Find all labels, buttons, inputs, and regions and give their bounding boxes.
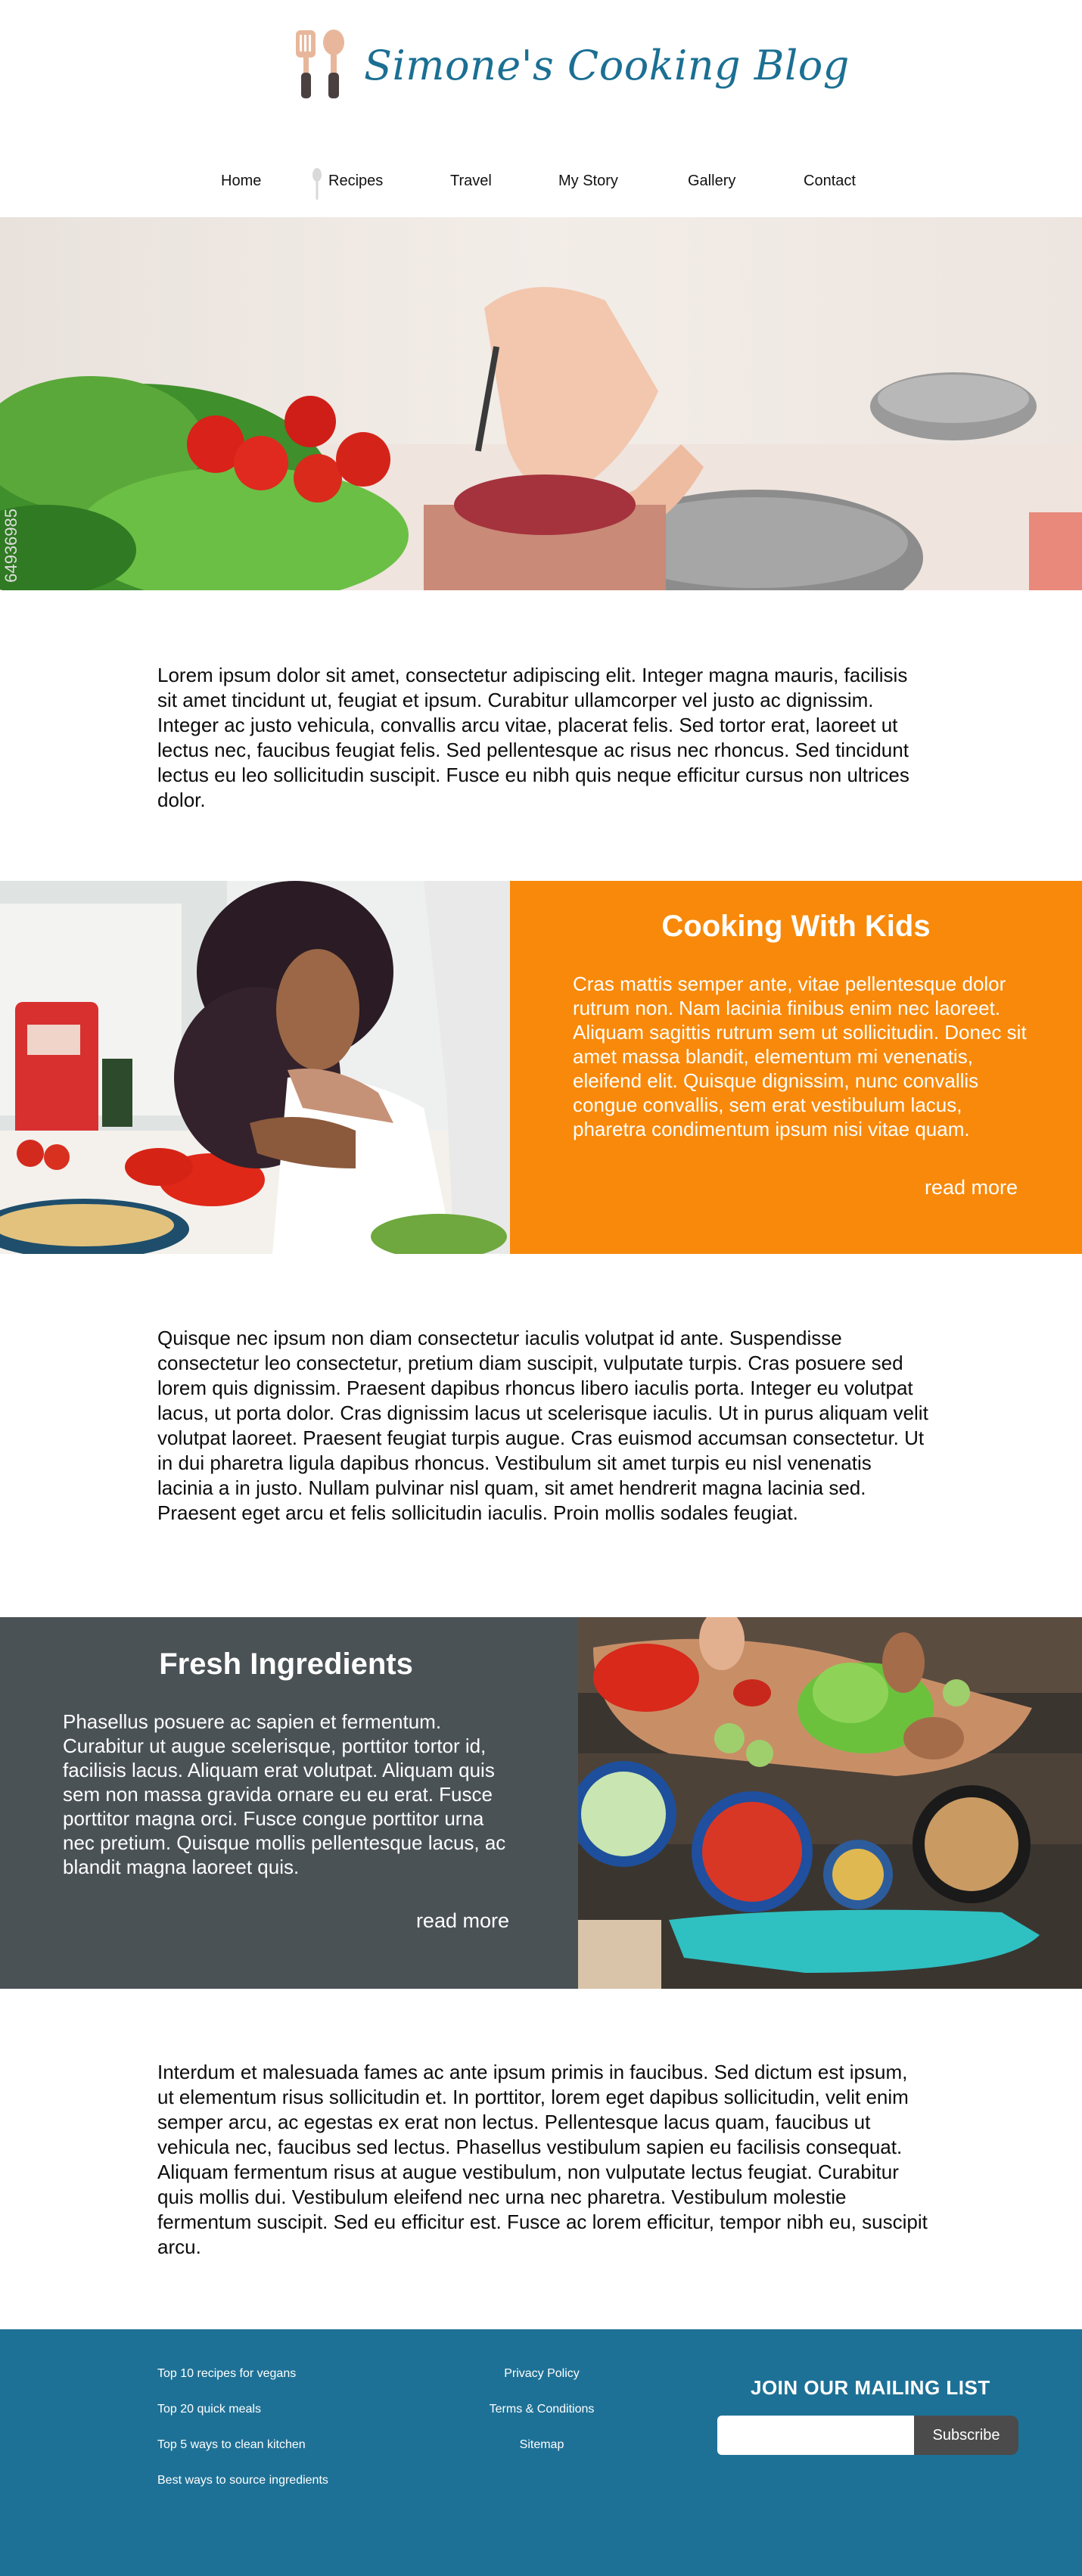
footer-link-quick-meals[interactable]: Top 20 quick meals xyxy=(157,2403,261,2416)
nav-contact[interactable]: Contact xyxy=(804,173,856,190)
nav-my-story[interactable]: My Story xyxy=(558,173,618,190)
image-watermark: 64936985 xyxy=(2,509,20,583)
nav-gallery[interactable]: Gallery xyxy=(688,173,735,190)
feature-fresh-ingredients: Fresh Ingredients Phasellus posuere ac s… xyxy=(0,1617,1082,1989)
footer-link-sitemap[interactable]: Sitemap xyxy=(424,2438,659,2452)
mailing-list-title: JOIN OUR MAILING LIST xyxy=(751,2376,990,2399)
middle-paragraph: Quisque nec ipsum non diam consectetur i… xyxy=(157,1327,928,1524)
email-input[interactable] xyxy=(717,2416,914,2455)
read-more-link[interactable]: read more xyxy=(416,1909,509,1933)
subscribe-button[interactable]: Subscribe xyxy=(914,2416,1018,2455)
footer-link-terms[interactable]: Terms & Conditions xyxy=(424,2403,659,2416)
site-logo[interactable]: Simone's Cooking Blog xyxy=(291,29,850,101)
kids-panel: Cooking With Kids Cras mattis semper ant… xyxy=(510,881,1082,1254)
feature-body: Cras mattis semper ante, vitae pellentes… xyxy=(573,972,1027,1140)
site-title: Simone's Cooking Blog xyxy=(364,41,850,89)
footer-link-source-ingredients[interactable]: Best ways to source ingredients xyxy=(157,2474,328,2487)
intro-paragraph: Lorem ipsum dolor sit amet, consectetur … xyxy=(157,664,909,811)
fresh-panel: Fresh Ingredients Phasellus posuere ac s… xyxy=(0,1617,578,1989)
fresh-ingredients-photo xyxy=(578,1617,1082,1989)
feature-title: Fresh Ingredients xyxy=(159,1647,413,1681)
hero-image: 64936985 xyxy=(0,217,1082,590)
site-header: Simone's Cooking Blog Home Recipes Trave… xyxy=(0,0,1082,200)
footer-link-vegan-recipes[interactable]: Top 10 recipes for vegans xyxy=(157,2367,296,2381)
nav-home[interactable]: Home xyxy=(221,173,261,190)
kids-cooking-photo xyxy=(0,881,510,1254)
vegetable-chopping-photo xyxy=(0,217,1082,590)
kitchen-utensils-icon xyxy=(296,30,344,98)
main-nav: Home Recipes Travel My Story Gallery Con… xyxy=(0,165,1082,203)
feature-title: Cooking With Kids xyxy=(661,910,931,943)
read-more-link[interactable]: read more xyxy=(925,1176,1018,1199)
footer-link-clean-kitchen[interactable]: Top 5 ways to clean kitchen xyxy=(157,2438,306,2452)
spoon-icon xyxy=(312,168,322,200)
feature-body: Phasellus posuere ac sapien et fermentum… xyxy=(63,1710,506,1878)
feature-cooking-with-kids: Cooking With Kids Cras mattis semper ant… xyxy=(0,881,1082,1254)
site-footer: Top 10 recipes for vegans Top 20 quick m… xyxy=(0,2329,1082,2576)
footer-link-privacy[interactable]: Privacy Policy xyxy=(424,2367,659,2381)
nav-recipes[interactable]: Recipes xyxy=(328,173,383,190)
nav-travel[interactable]: Travel xyxy=(450,173,492,190)
closing-paragraph: Interdum et malesuada fames ac ante ipsu… xyxy=(157,2061,928,2258)
